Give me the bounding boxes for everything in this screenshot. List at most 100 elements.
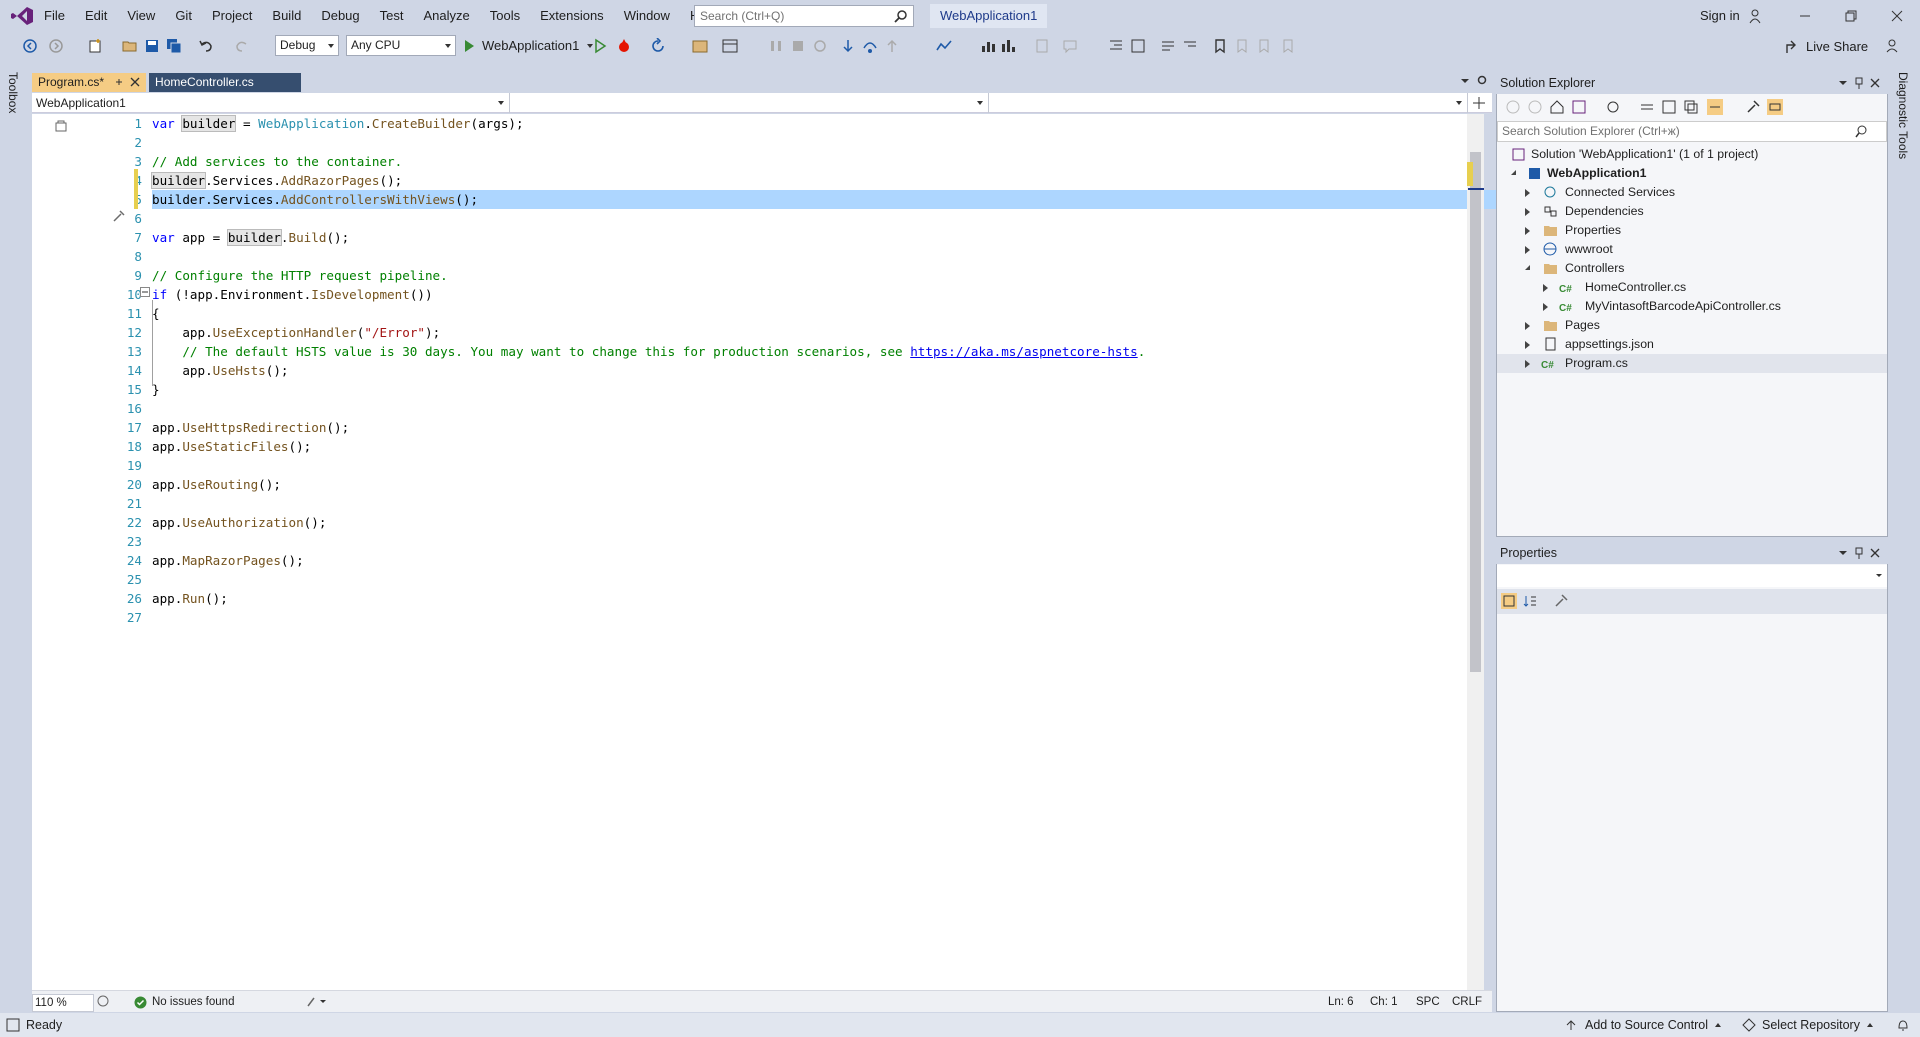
- layout-icon[interactable]: [722, 38, 738, 54]
- close-tab-icon[interactable]: [130, 77, 140, 87]
- admin-icon[interactable]: [1886, 38, 1902, 54]
- prev-bookmark-icon[interactable]: [1234, 38, 1250, 54]
- back-icon[interactable]: [22, 38, 38, 54]
- menu-debug[interactable]: Debug: [311, 0, 369, 32]
- properties-wrench-icon[interactable]: [1745, 99, 1761, 115]
- whitespace-indicator[interactable]: SPC: [1416, 994, 1440, 1010]
- pending-changes-filter-icon[interactable]: [1605, 99, 1621, 115]
- select-repository-button[interactable]: Select Repository: [1742, 1013, 1874, 1037]
- menu-window[interactable]: Window: [614, 0, 680, 32]
- tab-program-cs[interactable]: Program.cs*: [32, 72, 147, 92]
- save-icon[interactable]: [144, 38, 160, 54]
- collapsed-arrow-icon[interactable]: [1543, 303, 1548, 311]
- solution-explorer-search-input[interactable]: Search Solution Explorer (Ctrl+ж): [1497, 121, 1887, 142]
- zoom-dropdown[interactable]: 110 %: [32, 994, 94, 1012]
- platform-dropdown[interactable]: Any CPU: [346, 35, 456, 56]
- menu-test[interactable]: Test: [370, 0, 414, 32]
- diagnostic-tools-tab[interactable]: Diagnostic Tools: [1896, 72, 1910, 159]
- scrollbar-thumb[interactable]: [1470, 152, 1481, 672]
- restore-button[interactable]: [1828, 0, 1874, 32]
- sign-in-link[interactable]: Sign in: [1700, 0, 1764, 32]
- pause-icon[interactable]: [768, 38, 784, 54]
- new-project-icon[interactable]: [88, 38, 104, 54]
- tree-item-homecontroller[interactable]: C# HomeController.cs: [1497, 278, 1887, 297]
- menu-tools[interactable]: Tools: [480, 0, 530, 32]
- menu-extensions[interactable]: Extensions: [530, 0, 614, 32]
- tree-item-appsettings[interactable]: appsettings.json: [1497, 335, 1887, 354]
- tree-item-vintasoft-controller[interactable]: C# MyVintasoftBarcodeApiController.cs: [1497, 297, 1887, 316]
- menu-view[interactable]: View: [117, 0, 165, 32]
- tree-item-wwwroot[interactable]: wwwroot: [1497, 240, 1887, 259]
- forward-icon[interactable]: [48, 38, 64, 54]
- categorized-icon[interactable]: [1501, 593, 1517, 609]
- user-feedback-icon[interactable]: [1748, 8, 1764, 24]
- code-lens-icon[interactable]: [54, 118, 68, 132]
- next-bookmark-icon[interactable]: [1256, 38, 1272, 54]
- panel-options-icon[interactable]: [1836, 76, 1850, 90]
- bar-chart-icon[interactable]: [1000, 38, 1016, 54]
- menu-project[interactable]: Project: [202, 0, 262, 32]
- tree-item-properties[interactable]: Properties: [1497, 221, 1887, 240]
- comment-icon[interactable]: [1062, 38, 1078, 54]
- menu-file[interactable]: File: [34, 0, 75, 32]
- code-cleanup-icon[interactable]: [96, 994, 110, 1008]
- collapsed-arrow-icon[interactable]: [1525, 341, 1530, 349]
- start-debugging-button[interactable]: WebApplication1: [462, 34, 594, 58]
- step-out-icon[interactable]: [884, 38, 900, 54]
- menu-git[interactable]: Git: [165, 0, 202, 32]
- collapse-all-icon[interactable]: [1661, 99, 1677, 115]
- property-pages-wrench-icon[interactable]: [1553, 593, 1569, 609]
- column-indicator[interactable]: Ch: 1: [1370, 994, 1398, 1010]
- browse-icon[interactable]: [692, 38, 708, 54]
- member-navigation-dropdown[interactable]: [989, 93, 1468, 113]
- issues-indicator[interactable]: No issues found: [134, 994, 234, 1010]
- project-navigation-dropdown[interactable]: WebApplication1: [32, 93, 510, 113]
- panel-options-icon[interactable]: [1836, 546, 1850, 560]
- sync-icon[interactable]: [1639, 99, 1655, 115]
- expanded-arrow-icon[interactable]: [1525, 265, 1530, 270]
- collapsed-arrow-icon[interactable]: [1543, 284, 1548, 292]
- live-share-button[interactable]: Live Share: [1785, 35, 1868, 59]
- back-icon[interactable]: [1505, 99, 1521, 115]
- clear-bookmarks-icon[interactable]: [1280, 38, 1296, 54]
- tracking-icon[interactable]: [1707, 99, 1723, 115]
- hot-reload-icon[interactable]: [616, 38, 632, 54]
- indent-icon[interactable]: [1130, 38, 1146, 54]
- step-over-icon[interactable]: [862, 38, 878, 54]
- performance-icon[interactable]: [980, 38, 996, 54]
- line-indicator[interactable]: Ln: 6: [1328, 994, 1354, 1010]
- add-to-source-control-button[interactable]: Add to Source Control: [1565, 1013, 1722, 1037]
- tree-item-program-cs[interactable]: C# Program.cs: [1497, 354, 1887, 373]
- step-into-icon[interactable]: [840, 38, 856, 54]
- collapsed-arrow-icon[interactable]: [1525, 189, 1530, 197]
- toolbox-tab[interactable]: Toolbox: [6, 72, 20, 113]
- menu-build[interactable]: Build: [262, 0, 311, 32]
- restart-icon[interactable]: [650, 38, 666, 54]
- pin-icon[interactable]: [1852, 546, 1866, 560]
- tab-list-chevron-icon[interactable]: [1460, 76, 1470, 86]
- tree-item-pages[interactable]: Pages: [1497, 316, 1887, 335]
- pin-icon[interactable]: [1852, 76, 1866, 90]
- menu-edit[interactable]: Edit: [75, 0, 117, 32]
- redo-icon[interactable]: [234, 38, 250, 54]
- expanded-arrow-icon[interactable]: [1511, 170, 1516, 175]
- settings-gear-icon[interactable]: [1476, 74, 1488, 86]
- tree-item-connected-services[interactable]: Connected Services: [1497, 183, 1887, 202]
- document-icon[interactable]: [1034, 38, 1050, 54]
- collapsed-arrow-icon[interactable]: [1525, 360, 1530, 368]
- collapsed-arrow-icon[interactable]: [1525, 322, 1530, 330]
- code-editor[interactable]: 1 var builder = WebApplication.CreateBuil…: [32, 114, 1497, 990]
- save-all-icon[interactable]: [166, 38, 182, 54]
- tree-item-project[interactable]: WebApplication1: [1497, 164, 1887, 183]
- start-without-debugging-icon[interactable]: [592, 38, 608, 54]
- search-input[interactable]: Search (Ctrl+Q): [694, 5, 914, 27]
- preview-selected-icon[interactable]: [1767, 99, 1783, 115]
- stop-icon[interactable]: [790, 38, 806, 54]
- collapse-region-icon[interactable]: [140, 287, 150, 297]
- refresh-icon[interactable]: [812, 38, 828, 54]
- open-file-icon[interactable]: [122, 38, 138, 54]
- visual-studio-logo-icon[interactable]: [10, 6, 34, 26]
- configuration-dropdown[interactable]: Debug: [275, 35, 339, 56]
- line-ending-indicator[interactable]: CRLF: [1452, 994, 1482, 1010]
- uncomment-lines-icon[interactable]: [1182, 38, 1198, 54]
